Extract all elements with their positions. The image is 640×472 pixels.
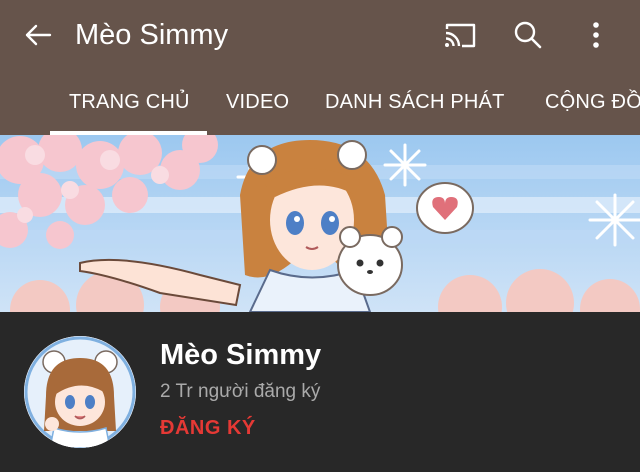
channel-avatar[interactable] <box>24 336 136 448</box>
top-bar: Mèo Simmy <box>0 0 640 70</box>
arrow-left-icon <box>25 24 52 46</box>
search-button[interactable] <box>504 12 552 58</box>
channel-name: Mèo Simmy <box>160 339 322 371</box>
channel-info: Mèo Simmy 2 Tr người đăng ký ĐĂNG KÝ <box>0 312 640 472</box>
cast-icon <box>445 23 476 48</box>
subscriber-count: 2 Tr người đăng ký <box>160 381 321 402</box>
cast-button[interactable] <box>436 12 484 58</box>
back-button[interactable] <box>14 12 62 58</box>
avatar-image <box>24 336 136 448</box>
tab-community[interactable]: CỘNG ĐỒ <box>545 90 640 114</box>
tab-home[interactable]: TRANG CHỦ <box>69 90 190 114</box>
channel-tabs: TRANG CHỦ VIDEO DANH SÁCH PHÁT CỘNG ĐỒ <box>0 70 640 135</box>
page-title: Mèo Simmy <box>75 19 229 51</box>
search-icon <box>514 21 542 49</box>
app-bar: Mèo Simmy TRANG CHỦ VIDEO DANH SÁCH PHÁT… <box>0 0 640 135</box>
more-vertical-icon <box>593 22 599 48</box>
tab-videos[interactable]: VIDEO <box>226 90 289 114</box>
more-options-button[interactable] <box>572 12 620 58</box>
banner-artwork <box>0 135 640 312</box>
subscribe-button[interactable]: ĐĂNG KÝ <box>160 416 256 440</box>
tab-playlists[interactable]: DANH SÁCH PHÁT <box>325 90 505 114</box>
channel-banner <box>0 135 640 312</box>
